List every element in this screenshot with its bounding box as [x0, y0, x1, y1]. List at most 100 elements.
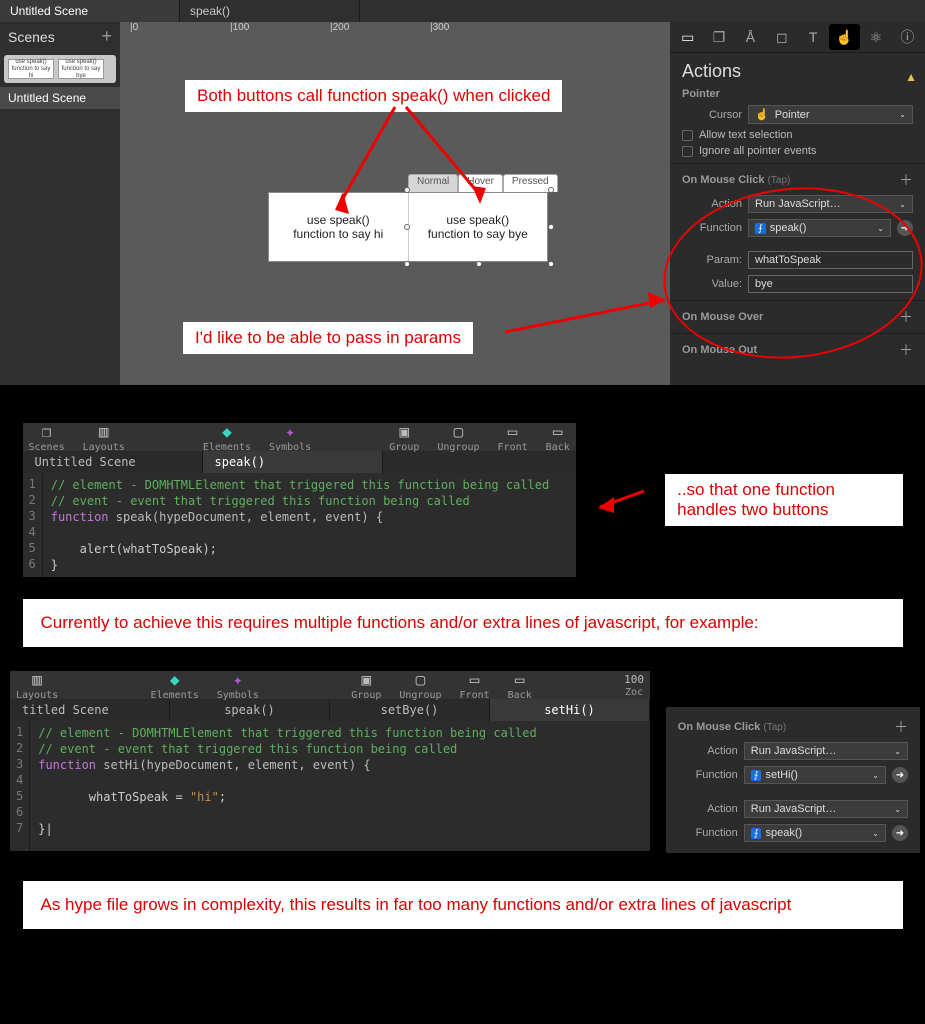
- function-icon: ⨍: [751, 828, 762, 839]
- tb-front[interactable]: ▭Front: [460, 670, 490, 701]
- function-label: Function: [682, 222, 742, 234]
- value-input[interactable]: [748, 275, 913, 293]
- gutter: 123456: [23, 473, 43, 577]
- back-icon: ▭: [515, 670, 525, 689]
- annotation-top: Both buttons call function speak() when …: [185, 80, 562, 112]
- annotation-mid: I'd like to be able to pass in params: [183, 322, 473, 354]
- scene-list-item[interactable]: Untitled Scene: [0, 87, 120, 109]
- tb-ungroup[interactable]: ▢Ungroup: [399, 670, 441, 701]
- add-scene-button[interactable]: +: [101, 26, 112, 47]
- param-input[interactable]: [748, 251, 913, 269]
- action-select[interactable]: Run JavaScript…⌄: [748, 195, 913, 213]
- inspector: ▭ ❐ Å ◻ T ☝ ⚛ ⓘ ▲ Actions Pointer Cursor…: [670, 22, 925, 385]
- section-on-mouse-click: On Mouse Click (Tap)＋: [670, 163, 925, 192]
- info-icon[interactable]: ⓘ: [892, 24, 923, 50]
- code-text-2[interactable]: // element - DOMHTMLElement that trigger…: [30, 721, 545, 851]
- tb-elements[interactable]: ◆Elements: [203, 422, 251, 453]
- param-label: Param:: [682, 254, 742, 266]
- scene-thumb[interactable]: use speak() function to say bye: [58, 59, 104, 79]
- function-icon: ⨍: [755, 223, 766, 234]
- stage-button-hi[interactable]: use speak()function to say hi: [269, 193, 408, 261]
- tb-group[interactable]: ▣Group: [389, 422, 419, 453]
- cursor-select[interactable]: ☝Pointer⌄: [748, 105, 913, 124]
- state-pressed[interactable]: Pressed: [503, 174, 558, 192]
- tb-group[interactable]: ▣Group: [351, 670, 381, 701]
- ungroup-icon: ▢: [454, 422, 464, 441]
- code-tab-sethi[interactable]: setHi(): [490, 699, 650, 721]
- metrics-icon[interactable]: Å: [735, 24, 766, 50]
- tab-speak-func[interactable]: speak(): [180, 0, 360, 22]
- layout-icon: ▥: [99, 422, 109, 441]
- code-tab-speak[interactable]: speak(): [170, 699, 330, 721]
- function-label-2a: Function: [678, 769, 738, 781]
- warn-icon: ▲: [905, 70, 917, 84]
- shape-icon[interactable]: ◻: [766, 24, 797, 50]
- back-icon: ▭: [553, 422, 563, 441]
- state-normal[interactable]: Normal: [408, 174, 458, 192]
- symbols-icon: ✦: [233, 670, 243, 689]
- code-body-2[interactable]: 1234567 // element - DOMHTMLElement that…: [10, 721, 650, 851]
- front-icon: ▭: [470, 670, 480, 689]
- doc-icon[interactable]: ▭: [672, 24, 703, 50]
- action-select-2b[interactable]: Run JavaScript…⌄: [744, 800, 908, 818]
- action-label-2: Action: [678, 745, 738, 757]
- tab-untitled-scene[interactable]: Untitled Scene: [0, 0, 180, 22]
- function-select-2b[interactable]: ⨍speak()⌄: [744, 824, 886, 842]
- tb-symbols[interactable]: ✦Symbols: [269, 422, 311, 453]
- section-on-mouse-over: On Mouse Over＋: [670, 300, 925, 329]
- section-pointer-label: Pointer: [670, 86, 925, 102]
- code-body[interactable]: 123456 // element - DOMHTMLElement that …: [23, 473, 576, 577]
- ruler-horizontal: |0|100|200|300: [130, 22, 670, 38]
- ungroup-icon: ▢: [416, 670, 426, 689]
- ignore-pointer-events-checkbox[interactable]: Ignore all pointer events: [670, 143, 925, 159]
- scenes-panel: Scenes + use speak() function to say hi …: [0, 22, 120, 385]
- tb-layouts[interactable]: ▥Layouts: [83, 422, 125, 453]
- code-text[interactable]: // element - DOMHTMLElement that trigger…: [43, 473, 558, 577]
- function-select-2a[interactable]: ⨍setHi()⌄: [744, 766, 886, 784]
- actions-panel-2: On Mouse Click (Tap)＋ Action Run JavaScr…: [666, 707, 920, 853]
- scene-thumb[interactable]: use speak() function to say hi: [8, 59, 54, 79]
- hype-editor-top: Untitled Scene speak() Scenes + use spea…: [0, 0, 925, 385]
- tb-symbols[interactable]: ✦Symbols: [217, 670, 259, 701]
- code-tab-scene[interactable]: Untitled Scene: [23, 451, 203, 473]
- tb-back[interactable]: ▭Back: [546, 422, 570, 453]
- state-hover[interactable]: Hover: [458, 174, 503, 192]
- code-tab-speak[interactable]: speak(): [203, 451, 383, 473]
- group-icon: ▣: [400, 422, 410, 441]
- code-tabs-2: titled Scene speak() setBye() setHi(): [10, 699, 650, 721]
- button-state-tabs: Normal Hover Pressed: [408, 174, 558, 192]
- layers-icon[interactable]: ❐: [703, 24, 734, 50]
- tb-elements[interactable]: ◆Elements: [151, 670, 199, 701]
- code-window-speak: ❐Scenes ▥Layouts ◆Elements ✦Symbols ▣Gro…: [23, 423, 576, 577]
- annotation-right: ..so that one function handles two butto…: [665, 474, 902, 526]
- elements-icon: ◆: [222, 422, 232, 441]
- annotation-band-1: Currently to achieve this requires multi…: [23, 599, 903, 647]
- tb-front[interactable]: ▭Front: [498, 422, 528, 453]
- code-tab-scene[interactable]: titled Scene: [10, 699, 170, 721]
- pointer-hand-icon: ☝: [755, 108, 769, 121]
- allow-text-selection-checkbox[interactable]: Allow text selection: [670, 127, 925, 143]
- code-toolbar: ❐Scenes ▥Layouts ◆Elements ✦Symbols ▣Gro…: [23, 423, 576, 451]
- code-tabs: Untitled Scene speak(): [23, 451, 576, 473]
- add-over-action[interactable]: ＋: [899, 307, 913, 327]
- text-icon[interactable]: T: [798, 24, 829, 50]
- go-to-function-2b[interactable]: ➜: [892, 825, 908, 841]
- tb-ungroup[interactable]: ▢Ungroup: [437, 422, 479, 453]
- add-out-action[interactable]: ＋: [899, 340, 913, 360]
- stage-button-bye[interactable]: use speak()function to say bye: [408, 193, 548, 261]
- tb-back[interactable]: ▭Back: [508, 670, 532, 701]
- tb-layouts[interactable]: ▥Layouts: [16, 670, 58, 701]
- physics-icon[interactable]: ⚛: [860, 24, 891, 50]
- tb-zoom[interactable]: 100Zoc: [624, 673, 644, 698]
- action-select-2a[interactable]: Run JavaScript…⌄: [744, 742, 908, 760]
- add-action-2[interactable]: ＋: [894, 717, 908, 737]
- go-to-function-2a[interactable]: ➜: [892, 767, 908, 783]
- pointer-icon[interactable]: ☝: [829, 24, 860, 50]
- layout-icon: ▥: [32, 670, 42, 689]
- gutter: 1234567: [10, 721, 30, 851]
- function-select[interactable]: ⨍speak()⌄: [748, 219, 891, 237]
- tb-scenes[interactable]: ❐Scenes: [29, 422, 65, 453]
- go-to-function-button[interactable]: ➜: [897, 220, 913, 236]
- code-tab-setbye[interactable]: setBye(): [330, 699, 490, 721]
- add-action-button[interactable]: ＋: [899, 170, 913, 190]
